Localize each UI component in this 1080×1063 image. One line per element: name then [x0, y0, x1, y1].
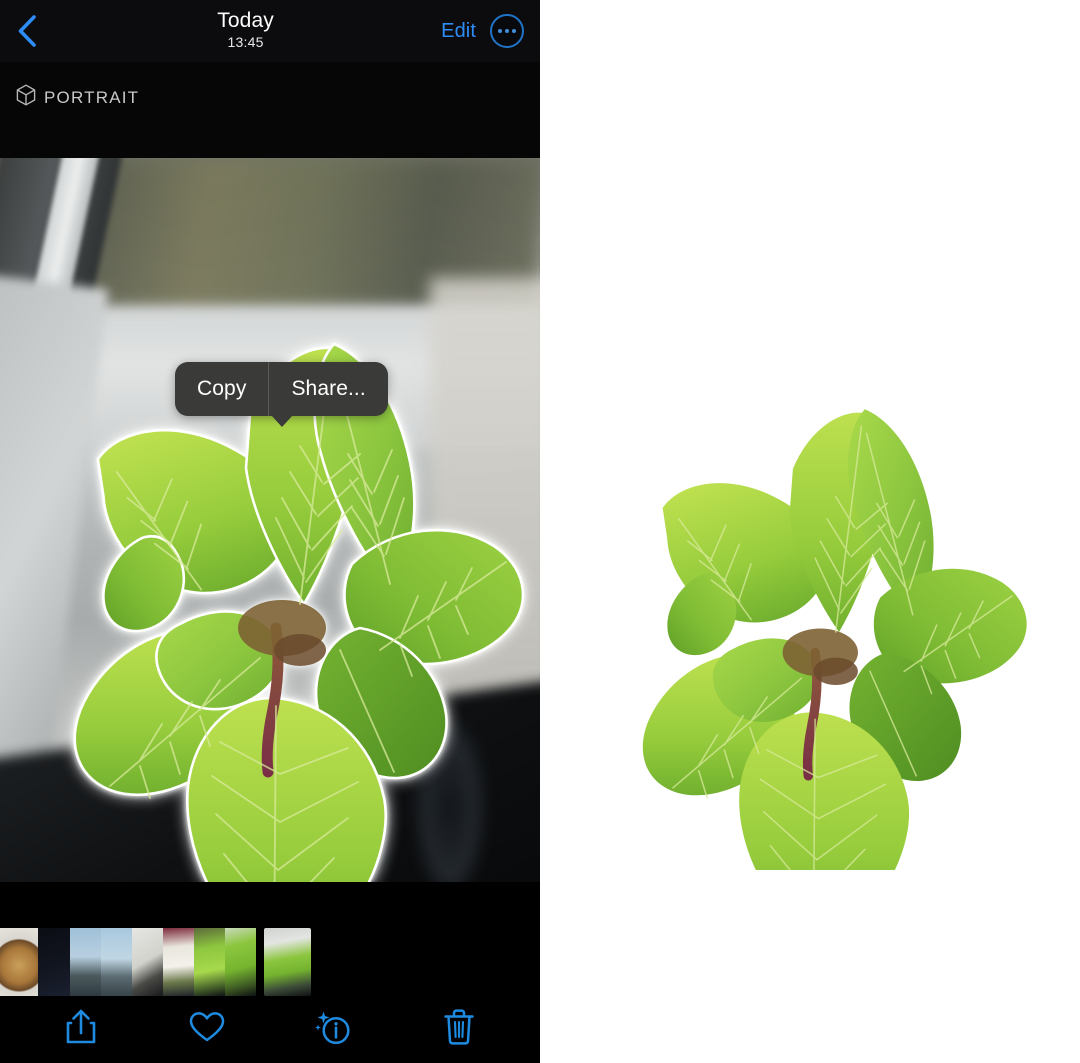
thumb-leaf-1[interactable] — [194, 928, 225, 996]
thumb-window[interactable] — [132, 928, 163, 996]
photo-image: Copy Share... — [0, 158, 540, 882]
ellipsis-circle-icon — [498, 29, 516, 33]
thumb-sky-2[interactable] — [101, 928, 132, 996]
page-subtitle: 13:45 — [227, 34, 264, 50]
share-button[interactable] — [53, 1002, 109, 1058]
info-sparkle-icon — [313, 1008, 353, 1051]
extracted-subject-image — [540, 250, 1080, 870]
screenshot-root: Today 13:45 Edit PORTRAIT Copy Share... — [0, 0, 1080, 1063]
context-menu-item-copy[interactable]: Copy — [175, 362, 268, 416]
back-button[interactable] — [16, 11, 50, 51]
photo-viewer[interactable]: Copy Share... — [0, 158, 540, 882]
portrait-badge-row: PORTRAIT — [0, 62, 540, 158]
heart-icon — [189, 1011, 225, 1048]
navigation-bar: Today 13:45 Edit — [0, 0, 540, 62]
cube-icon — [16, 84, 36, 111]
filmstrip[interactable] — [0, 928, 540, 996]
cutout-panel — [540, 0, 1080, 1063]
navbar-actions: Edit — [441, 14, 524, 48]
chevron-left-icon — [16, 14, 38, 48]
portrait-badge-label: PORTRAIT — [44, 87, 140, 107]
context-menu-item-share[interactable]: Share... — [269, 362, 387, 416]
phone-screenshot: Today 13:45 Edit PORTRAIT Copy Share... — [0, 0, 540, 1063]
trash-icon — [443, 1008, 475, 1051]
share-icon — [64, 1008, 98, 1051]
more-options-button[interactable] — [490, 14, 524, 48]
title-block: Today 13:45 — [50, 9, 441, 51]
portrait-badge[interactable]: PORTRAIT — [16, 84, 139, 111]
delete-button[interactable] — [431, 1002, 487, 1058]
edit-button[interactable]: Edit — [441, 19, 476, 43]
bottom-toolbar — [0, 996, 540, 1063]
thumb-night[interactable] — [38, 928, 70, 996]
page-title: Today — [217, 9, 274, 32]
info-button[interactable] — [305, 1002, 361, 1058]
thumb-pie[interactable] — [0, 928, 38, 996]
thumb-flowers[interactable] — [163, 928, 194, 996]
favorite-button[interactable] — [179, 1002, 235, 1058]
context-menu: Copy Share... — [175, 362, 388, 427]
thumb-leaf-2[interactable] — [225, 928, 256, 996]
thumb-plant-selected[interactable] — [264, 928, 311, 996]
thumb-sky-1[interactable] — [70, 928, 101, 996]
lifted-subject[interactable] — [0, 158, 540, 882]
